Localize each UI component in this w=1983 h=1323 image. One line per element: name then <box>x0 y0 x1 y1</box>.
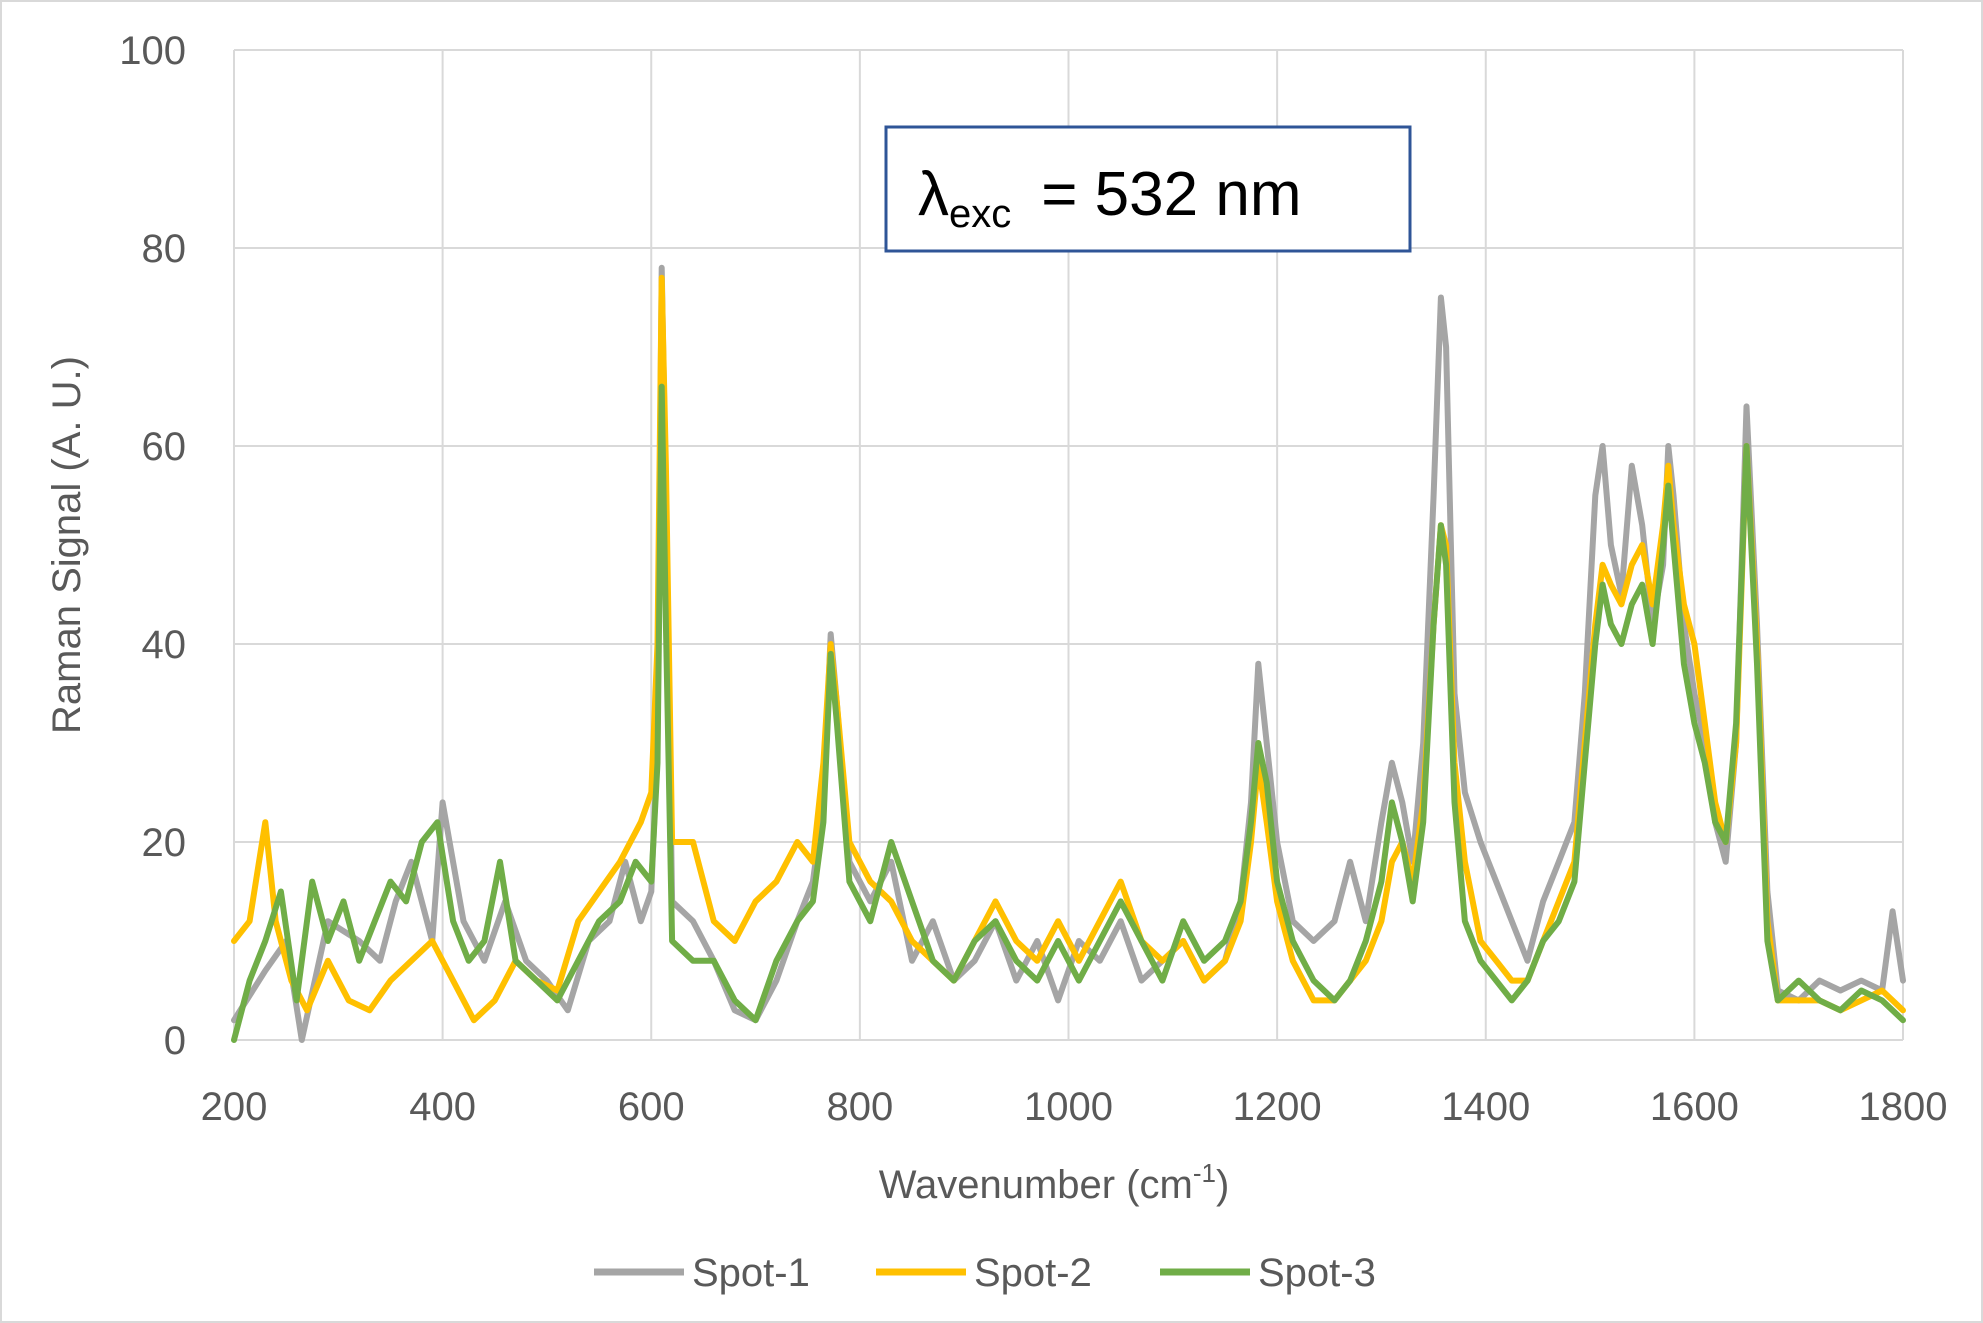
legend-label-spot-1: Spot-1 <box>692 1251 810 1295</box>
legend: Spot-1 Spot-2 Spot-3 <box>594 1251 1376 1295</box>
raman-chart: 200 400 600 800 1000 1200 1400 1600 1800 0 20 40 60 8… <box>0 0 1983 1323</box>
chart-root: 200 400 600 800 1000 1200 1400 1600 1800 0 20 40 60 8… <box>0 0 1983 1323</box>
x-tick-label-200: 200 <box>201 1085 268 1129</box>
y-tick-label-0: 0 <box>164 1019 186 1063</box>
x-tick-label-1600: 1600 <box>1650 1085 1739 1129</box>
annotation-value: = 532 nm <box>1041 160 1301 229</box>
x-tick-label-400: 400 <box>409 1085 476 1129</box>
y-tick-label-20: 20 <box>142 821 187 865</box>
y-tick-label-60: 60 <box>142 425 187 469</box>
x-axis-title-end: ) <box>1216 1163 1229 1207</box>
y-tick-label-80: 80 <box>142 227 187 271</box>
y-axis-title: Raman Signal (A. U.) <box>45 356 89 734</box>
y-tick-label-100: 100 <box>119 29 186 73</box>
legend-label-spot-2: Spot-2 <box>974 1251 1092 1295</box>
annotation-lambda: λ <box>918 160 949 229</box>
x-tick-label-800: 800 <box>827 1085 894 1129</box>
y-tick-label-40: 40 <box>142 623 187 667</box>
annotation-box: λexc = 532 nm <box>884 125 1412 253</box>
legend-label-spot-3: Spot-3 <box>1258 1251 1376 1295</box>
annotation-subscript: exc <box>949 192 1011 236</box>
x-tick-label-1200: 1200 <box>1233 1085 1322 1129</box>
x-tick-label-600: 600 <box>618 1085 685 1129</box>
x-axis-title-superscript: -1 <box>1193 1158 1216 1188</box>
x-tick-label-1000: 1000 <box>1024 1085 1113 1129</box>
x-axis-title: Wavenumber (cm-1) <box>879 1158 1230 1207</box>
x-tick-label-1800: 1800 <box>1859 1085 1948 1129</box>
x-tick-label-1400: 1400 <box>1441 1085 1530 1129</box>
x-axis-title-main: Wavenumber (cm <box>879 1163 1193 1207</box>
